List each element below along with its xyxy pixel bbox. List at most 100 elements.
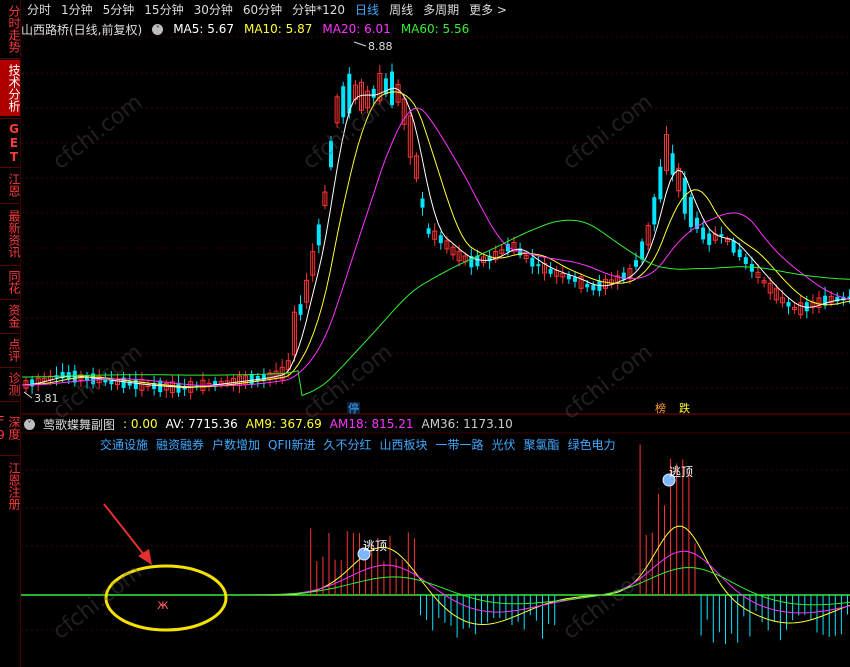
candle-body <box>365 90 371 109</box>
candle-body <box>85 375 89 381</box>
kline-chart-canvas[interactable]: 8.88 3.81 停 榜 跌 逃顶 逃顶 ж cfchi.com cfchi.… <box>0 0 850 667</box>
candle-body <box>322 191 328 206</box>
sidebar-item-diagnose[interactable]: 诊测 <box>0 370 21 398</box>
sidebar-item-tech-analysis[interactable]: 技术分析 <box>0 60 21 116</box>
sidebar-item-review[interactable]: 点评 <box>0 336 21 364</box>
period-30min[interactable]: 30分钟 <box>194 1 233 18</box>
watermark: cfchi.com cfchi.com cfchi.com cfchi.com … <box>48 90 657 645</box>
period-daily[interactable]: 日线 <box>355 1 379 18</box>
marker-drop[interactable]: 跌 <box>679 401 690 415</box>
signal-ball-icon <box>357 547 371 561</box>
butterfly-icon: ж <box>157 598 169 613</box>
candle-body <box>761 280 767 284</box>
high-price-label: 8.88 <box>368 40 393 53</box>
ma5-label: MA5: 5.67 <box>173 22 234 36</box>
sidebar-item-gann-register[interactable]: 江恩注册 <box>0 458 21 514</box>
concept-tag[interactable]: 户数增加 <box>212 436 260 453</box>
concept-tag[interactable]: 山西板块 <box>380 436 428 453</box>
am36-line <box>22 567 850 606</box>
concept-tag[interactable]: 融资融券 <box>156 436 204 453</box>
candle-body <box>41 377 47 382</box>
candle-body <box>450 246 456 256</box>
candle-body <box>218 380 224 386</box>
period-60min[interactable]: 60分钟 <box>243 1 282 18</box>
period-5min[interactable]: 5分钟 <box>103 1 135 18</box>
candle-body <box>828 295 834 304</box>
concept-tag[interactable]: 交通设施 <box>100 436 148 453</box>
period-15min[interactable]: 15分钟 <box>144 1 183 18</box>
candle-body <box>731 240 736 253</box>
sidebar-item-depth-f9[interactable]: 深度F9 <box>0 404 21 452</box>
candle-body <box>35 377 41 385</box>
candle-body <box>224 380 230 385</box>
sidebar-item-get[interactable]: GET <box>0 122 21 164</box>
candle-body <box>237 375 242 387</box>
period-timeshare[interactable]: 分时 <box>27 1 51 18</box>
candle-body <box>279 366 285 380</box>
concept-tag[interactable]: 绿色电力 <box>568 436 616 453</box>
candle-body <box>329 140 333 168</box>
period-1min[interactable]: 1分钟 <box>61 1 93 18</box>
marker-list[interactable]: 榜 <box>655 401 666 415</box>
candle-body <box>511 241 517 252</box>
event-markers: 停 榜 跌 <box>347 401 690 415</box>
sidebar-item-time-trend[interactable]: 分时走势 <box>0 2 21 56</box>
candle-body <box>109 378 114 385</box>
candle-body <box>670 153 675 175</box>
chevron-down-icon[interactable]: ˅ <box>24 418 35 430</box>
period-more[interactable]: 更多 > <box>469 1 507 18</box>
sidebar-item-funds[interactable]: 资金 <box>0 302 21 330</box>
candle-body <box>200 379 206 392</box>
candle-body <box>548 268 553 274</box>
am18-line <box>22 550 850 614</box>
period-120min[interactable]: 分钟*120 <box>292 1 345 18</box>
sidebar-item-gann[interactable]: 江恩 <box>0 170 21 200</box>
candle-body <box>152 382 157 389</box>
candle-body <box>505 244 510 252</box>
candle-body <box>591 284 596 291</box>
concept-tag[interactable]: 光伏 <box>492 436 516 453</box>
ma20-label: MA20: 6.01 <box>322 22 391 36</box>
candle-body <box>420 198 425 208</box>
candle-body <box>682 177 687 214</box>
candle-body <box>60 371 65 379</box>
candle-body <box>645 225 651 246</box>
candle-body <box>475 255 480 267</box>
concept-tag[interactable]: 聚氯酯 <box>524 436 560 453</box>
candle-body <box>523 255 529 260</box>
candle-body <box>481 256 486 263</box>
candle-body <box>438 235 443 244</box>
concept-tag[interactable]: 久不分红 <box>323 436 371 453</box>
candle-body <box>792 306 798 310</box>
concept-tag[interactable]: 一带一路 <box>436 436 484 453</box>
candle-body <box>298 304 303 315</box>
candle-body <box>585 283 590 288</box>
svg-text:cfchi.com: cfchi.com <box>558 90 657 175</box>
candle-body <box>291 311 297 356</box>
candle-body <box>395 83 401 103</box>
marker-halt[interactable]: 停 <box>348 401 359 415</box>
candle-body <box>145 383 151 388</box>
candle-body <box>835 296 840 302</box>
main-grid <box>21 36 850 631</box>
candle-body <box>456 250 462 262</box>
indicator-title[interactable]: 莺歌蝶舞副图 <box>43 416 115 433</box>
svg-text:cfchi.com: cfchi.com <box>48 560 147 645</box>
sidebar: 分时走势 技术分析 GET 江恩 最新资讯 同花 资金 点评 诊测 深度F9 江… <box>0 0 21 667</box>
concept-tag[interactable]: QFII新进 <box>268 436 315 453</box>
candle-body <box>47 375 53 381</box>
candle-body <box>810 301 816 308</box>
candle-body <box>103 378 108 383</box>
svg-text:cfchi.com: cfchi.com <box>298 340 397 425</box>
period-weekly[interactable]: 周线 <box>389 1 413 18</box>
period-multi[interactable]: 多周期 <box>423 1 459 18</box>
sidebar-item-tonghua[interactable]: 同花 <box>0 268 21 296</box>
candle-body <box>206 382 212 387</box>
candle-body <box>603 279 608 289</box>
candle-body <box>54 375 59 378</box>
candle-body <box>640 241 645 260</box>
sidebar-item-news[interactable]: 最新资讯 <box>0 206 21 262</box>
candle-body <box>334 96 340 124</box>
candle-body <box>316 224 321 246</box>
chevron-down-icon[interactable]: ˅ <box>152 23 164 35</box>
